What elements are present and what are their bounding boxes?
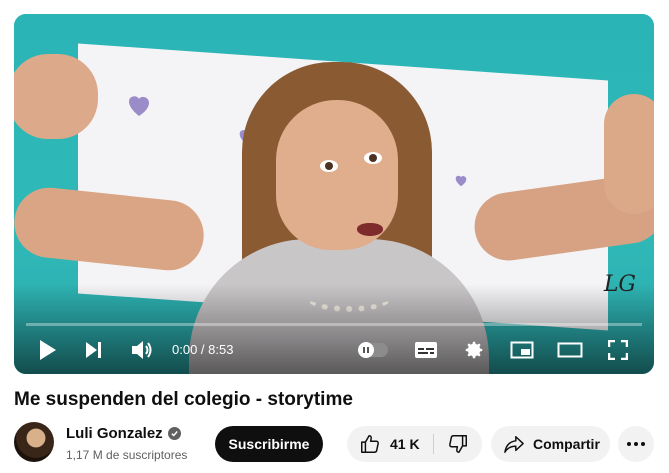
like-dislike-group: 41 K bbox=[347, 426, 482, 462]
play-button[interactable] bbox=[34, 332, 62, 368]
volume-icon bbox=[132, 341, 152, 359]
autoplay-toggle[interactable] bbox=[354, 332, 390, 368]
subtitles-icon bbox=[415, 342, 437, 358]
share-button[interactable]: Compartir bbox=[491, 426, 610, 462]
mute-button[interactable] bbox=[128, 332, 158, 368]
theater-icon bbox=[557, 342, 583, 358]
person-hand-right bbox=[604, 94, 654, 214]
channel-name-row[interactable]: Luli Gonzalez bbox=[66, 425, 181, 442]
theater-mode-button[interactable] bbox=[556, 332, 584, 368]
more-actions-button[interactable] bbox=[618, 426, 654, 462]
subscribe-button[interactable]: Suscribirme bbox=[215, 426, 323, 462]
person-eye bbox=[364, 152, 382, 164]
like-button[interactable]: 41 K bbox=[347, 426, 433, 462]
gear-icon bbox=[465, 341, 483, 359]
person-hand-left bbox=[14, 54, 98, 139]
play-icon bbox=[40, 340, 56, 360]
more-horizontal-icon bbox=[627, 442, 645, 446]
pause-icon bbox=[363, 347, 369, 353]
fullscreen-icon bbox=[608, 340, 628, 360]
video-player[interactable]: LG 0:00 / 8:53 bbox=[14, 14, 654, 374]
video-title: Me suspenden del colegio - storytime bbox=[14, 389, 353, 410]
progress-bar[interactable] bbox=[26, 323, 642, 326]
dislike-button[interactable] bbox=[434, 426, 482, 462]
player-controls: 0:00 / 8:53 bbox=[14, 332, 654, 368]
channel-name[interactable]: Luli Gonzalez bbox=[66, 425, 163, 442]
thumbs-down-icon bbox=[449, 435, 467, 453]
share-label: Compartir bbox=[533, 436, 600, 452]
person-mouth bbox=[357, 223, 383, 236]
next-icon bbox=[86, 342, 101, 358]
time-display: 0:00 / 8:53 bbox=[172, 342, 234, 357]
fullscreen-button[interactable] bbox=[604, 332, 632, 368]
miniplayer-button[interactable] bbox=[508, 332, 536, 368]
person-eye bbox=[320, 160, 338, 172]
settings-button[interactable] bbox=[460, 332, 488, 368]
miniplayer-icon bbox=[510, 341, 534, 359]
verified-check-icon bbox=[167, 427, 181, 440]
subscriber-count: 1,17 M de suscriptores bbox=[66, 448, 188, 462]
next-button[interactable] bbox=[80, 332, 108, 368]
channel-avatar[interactable] bbox=[14, 422, 54, 462]
thumbs-up-icon bbox=[361, 435, 379, 453]
heart-decoration-icon bbox=[129, 96, 149, 116]
subtitles-button[interactable] bbox=[412, 332, 440, 368]
heart-decoration-icon bbox=[455, 175, 467, 187]
autoplay-switch bbox=[358, 342, 388, 358]
share-icon bbox=[504, 436, 524, 453]
like-count: 41 K bbox=[390, 436, 420, 452]
